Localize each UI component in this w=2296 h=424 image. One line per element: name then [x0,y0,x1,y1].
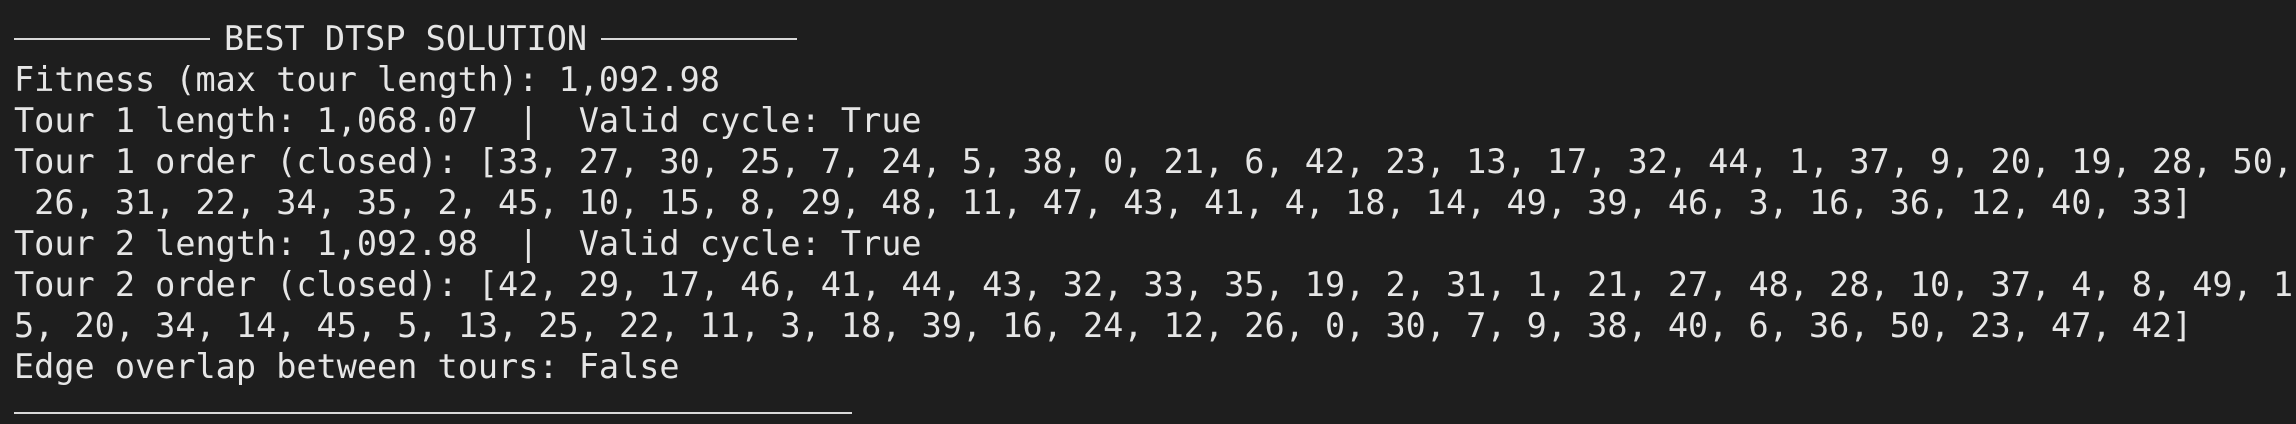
tour1-order-line-2: 26, 31, 22, 34, 35, 2, 45, 10, 15, 8, 29… [14,183,2193,222]
fitness-line: Fitness (max tour length): 1,092.98 [14,60,720,99]
section-header: BEST DTSP SOLUTION [14,18,2296,59]
tour1-order-line-1: Tour 1 order (closed): [33, 27, 30, 25, … [14,142,2294,181]
tour2-length-line: Tour 2 length: 1,092.98 | Valid cycle: T… [14,224,922,263]
tour1-length-line: Tour 1 length: 1,068.07 | Valid cycle: T… [14,101,922,140]
terminal-output: BEST DTSP SOLUTION Fitness (max tour len… [14,18,2296,414]
tour2-order-line-2: 5, 20, 34, 14, 45, 5, 13, 25, 22, 11, 3,… [14,306,2193,345]
header-rule-left [14,37,210,40]
footer-rule [14,412,852,414]
header-rule-right [601,37,798,40]
section-title: BEST DTSP SOLUTION [224,19,588,58]
edge-overlap-line: Edge overlap between tours: False [14,347,680,386]
tour2-order-line-1: Tour 2 order (closed): [42, 29, 17, 46, … [14,265,2294,304]
